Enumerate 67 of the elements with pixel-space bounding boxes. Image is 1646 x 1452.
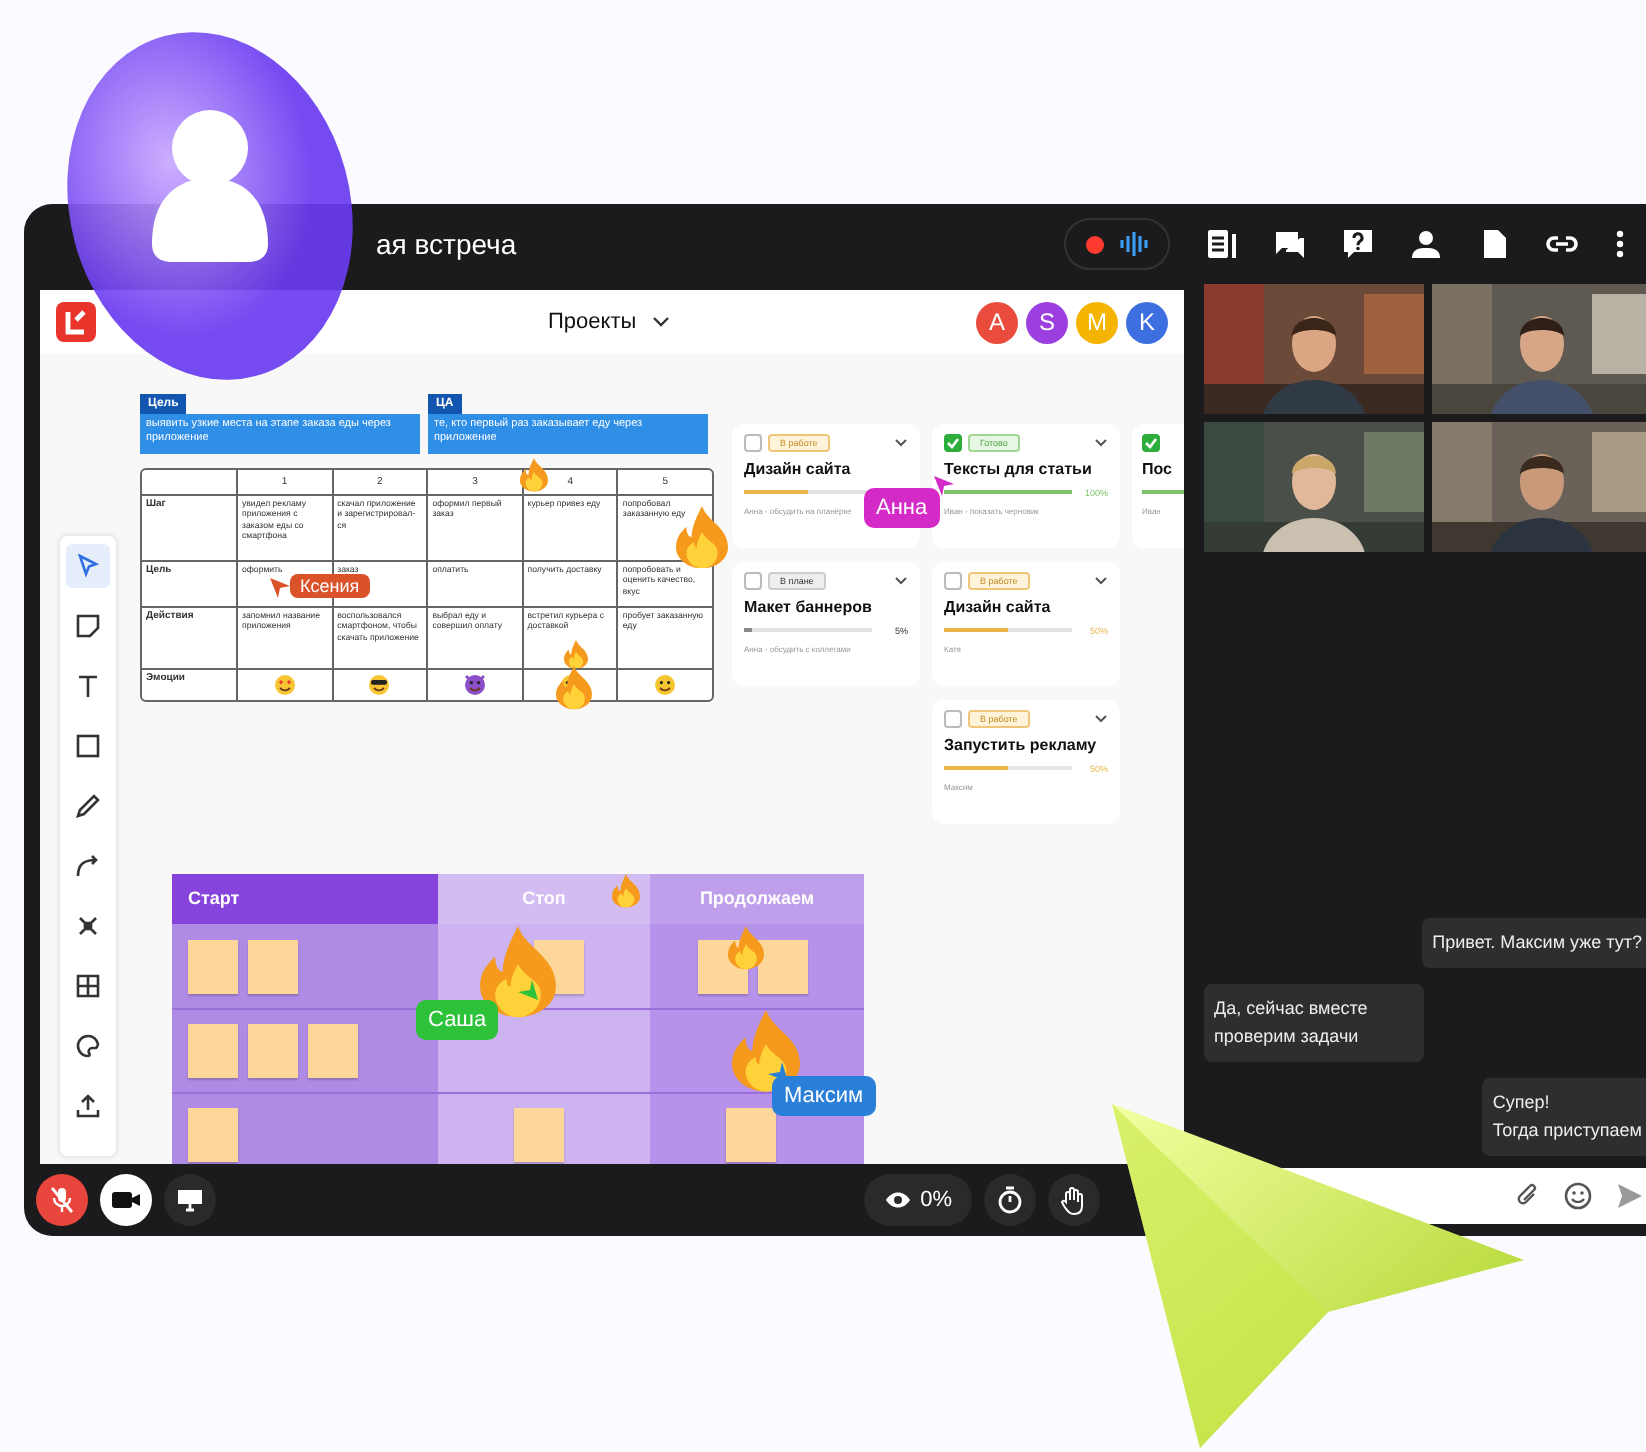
eye-icon[interactable] [884,1190,913,1210]
task-title: Дизайн сайта [744,460,853,478]
select-tool-icon[interactable] [66,544,110,588]
microphone-icon[interactable] [48,1186,76,1214]
flame-icon [612,874,640,908]
task-checkbox[interactable] [744,434,762,452]
emoji-icon [368,674,391,696]
hand-icon[interactable] [1060,1185,1088,1215]
chevron-icon[interactable] [894,438,908,448]
recording-indicator[interactable] [1064,218,1170,270]
help-icon[interactable] [1342,228,1374,260]
participant-avatar[interactable]: S [1026,301,1068,343]
person-icon[interactable] [1410,228,1442,260]
participant-avatar[interactable]: A [976,301,1018,343]
column-title: Продолжаем [650,874,864,924]
emoji-icon [273,674,296,696]
document-icon[interactable] [1478,228,1510,260]
monitor-icon[interactable] [176,1188,204,1212]
viewers-button[interactable]: 0% [864,1174,972,1226]
task-checkbox[interactable] [944,710,962,728]
microphone-button[interactable] [36,1174,88,1226]
task-title: Макет баннеров [744,598,874,616]
emoji-icon [463,674,486,696]
cursor-name-tooltip: Максим [772,1076,876,1116]
participant-avatar[interactable]: K [1126,301,1168,343]
task-checkbox[interactable] [944,434,962,452]
chevron-icon[interactable] [1094,576,1108,586]
cursor-name-tooltip: Саша [416,1000,499,1040]
chevron-icon[interactable] [894,576,908,586]
send-icon[interactable] [1616,1182,1644,1210]
timer-button[interactable] [984,1174,1036,1226]
emoji-icon[interactable] [1564,1182,1592,1210]
flame-icon [728,926,764,970]
task-title: Дизайн сайта [944,598,1053,616]
screen-share-button[interactable] [164,1174,216,1226]
task-checkbox[interactable] [744,572,762,590]
camera-icon[interactable] [110,1188,142,1212]
chevron-icon[interactable] [1094,714,1108,724]
notes-icon[interactable] [1206,228,1238,260]
task-title: Тексты для статьи [944,460,1094,478]
chat-message: Да, сейчас вместе проверим задачи [1204,984,1424,1062]
task-checkbox[interactable] [944,572,962,590]
caret-icon[interactable] [652,316,671,328]
cursor-arrow-icon [268,576,292,600]
attach-icon[interactable] [1516,1182,1540,1210]
more-icon[interactable] [1614,228,1626,260]
board-title-dropdown[interactable]: Проекты [548,310,671,334]
task-title: Запустить рекламу [944,736,1099,754]
flame-icon [520,458,548,492]
chat-icon[interactable] [1274,228,1306,260]
cursor-arrow-icon [932,474,956,498]
emoji-icon [654,674,677,696]
chat-message: Привет. Максим уже тут? [1422,917,1646,968]
camera-button[interactable] [100,1174,152,1226]
flame-icon [676,506,728,569]
timer-icon[interactable] [996,1186,1024,1214]
meeting-title: ая встреча [376,228,519,260]
chevron-icon[interactable] [1094,438,1108,448]
task-title: Пос [1142,460,1174,478]
cursor-arrow-icon [516,978,540,1002]
task-checkbox[interactable] [1142,434,1160,452]
column-title: Старт [172,874,438,924]
chat-message: Супер! Тогда приступаем [1482,1078,1646,1156]
column-title: Стоп [438,874,650,924]
cursor-name-tooltip: Анна [864,488,940,528]
raise-hand-button[interactable] [1048,1174,1100,1226]
app-logo-icon [56,302,96,342]
